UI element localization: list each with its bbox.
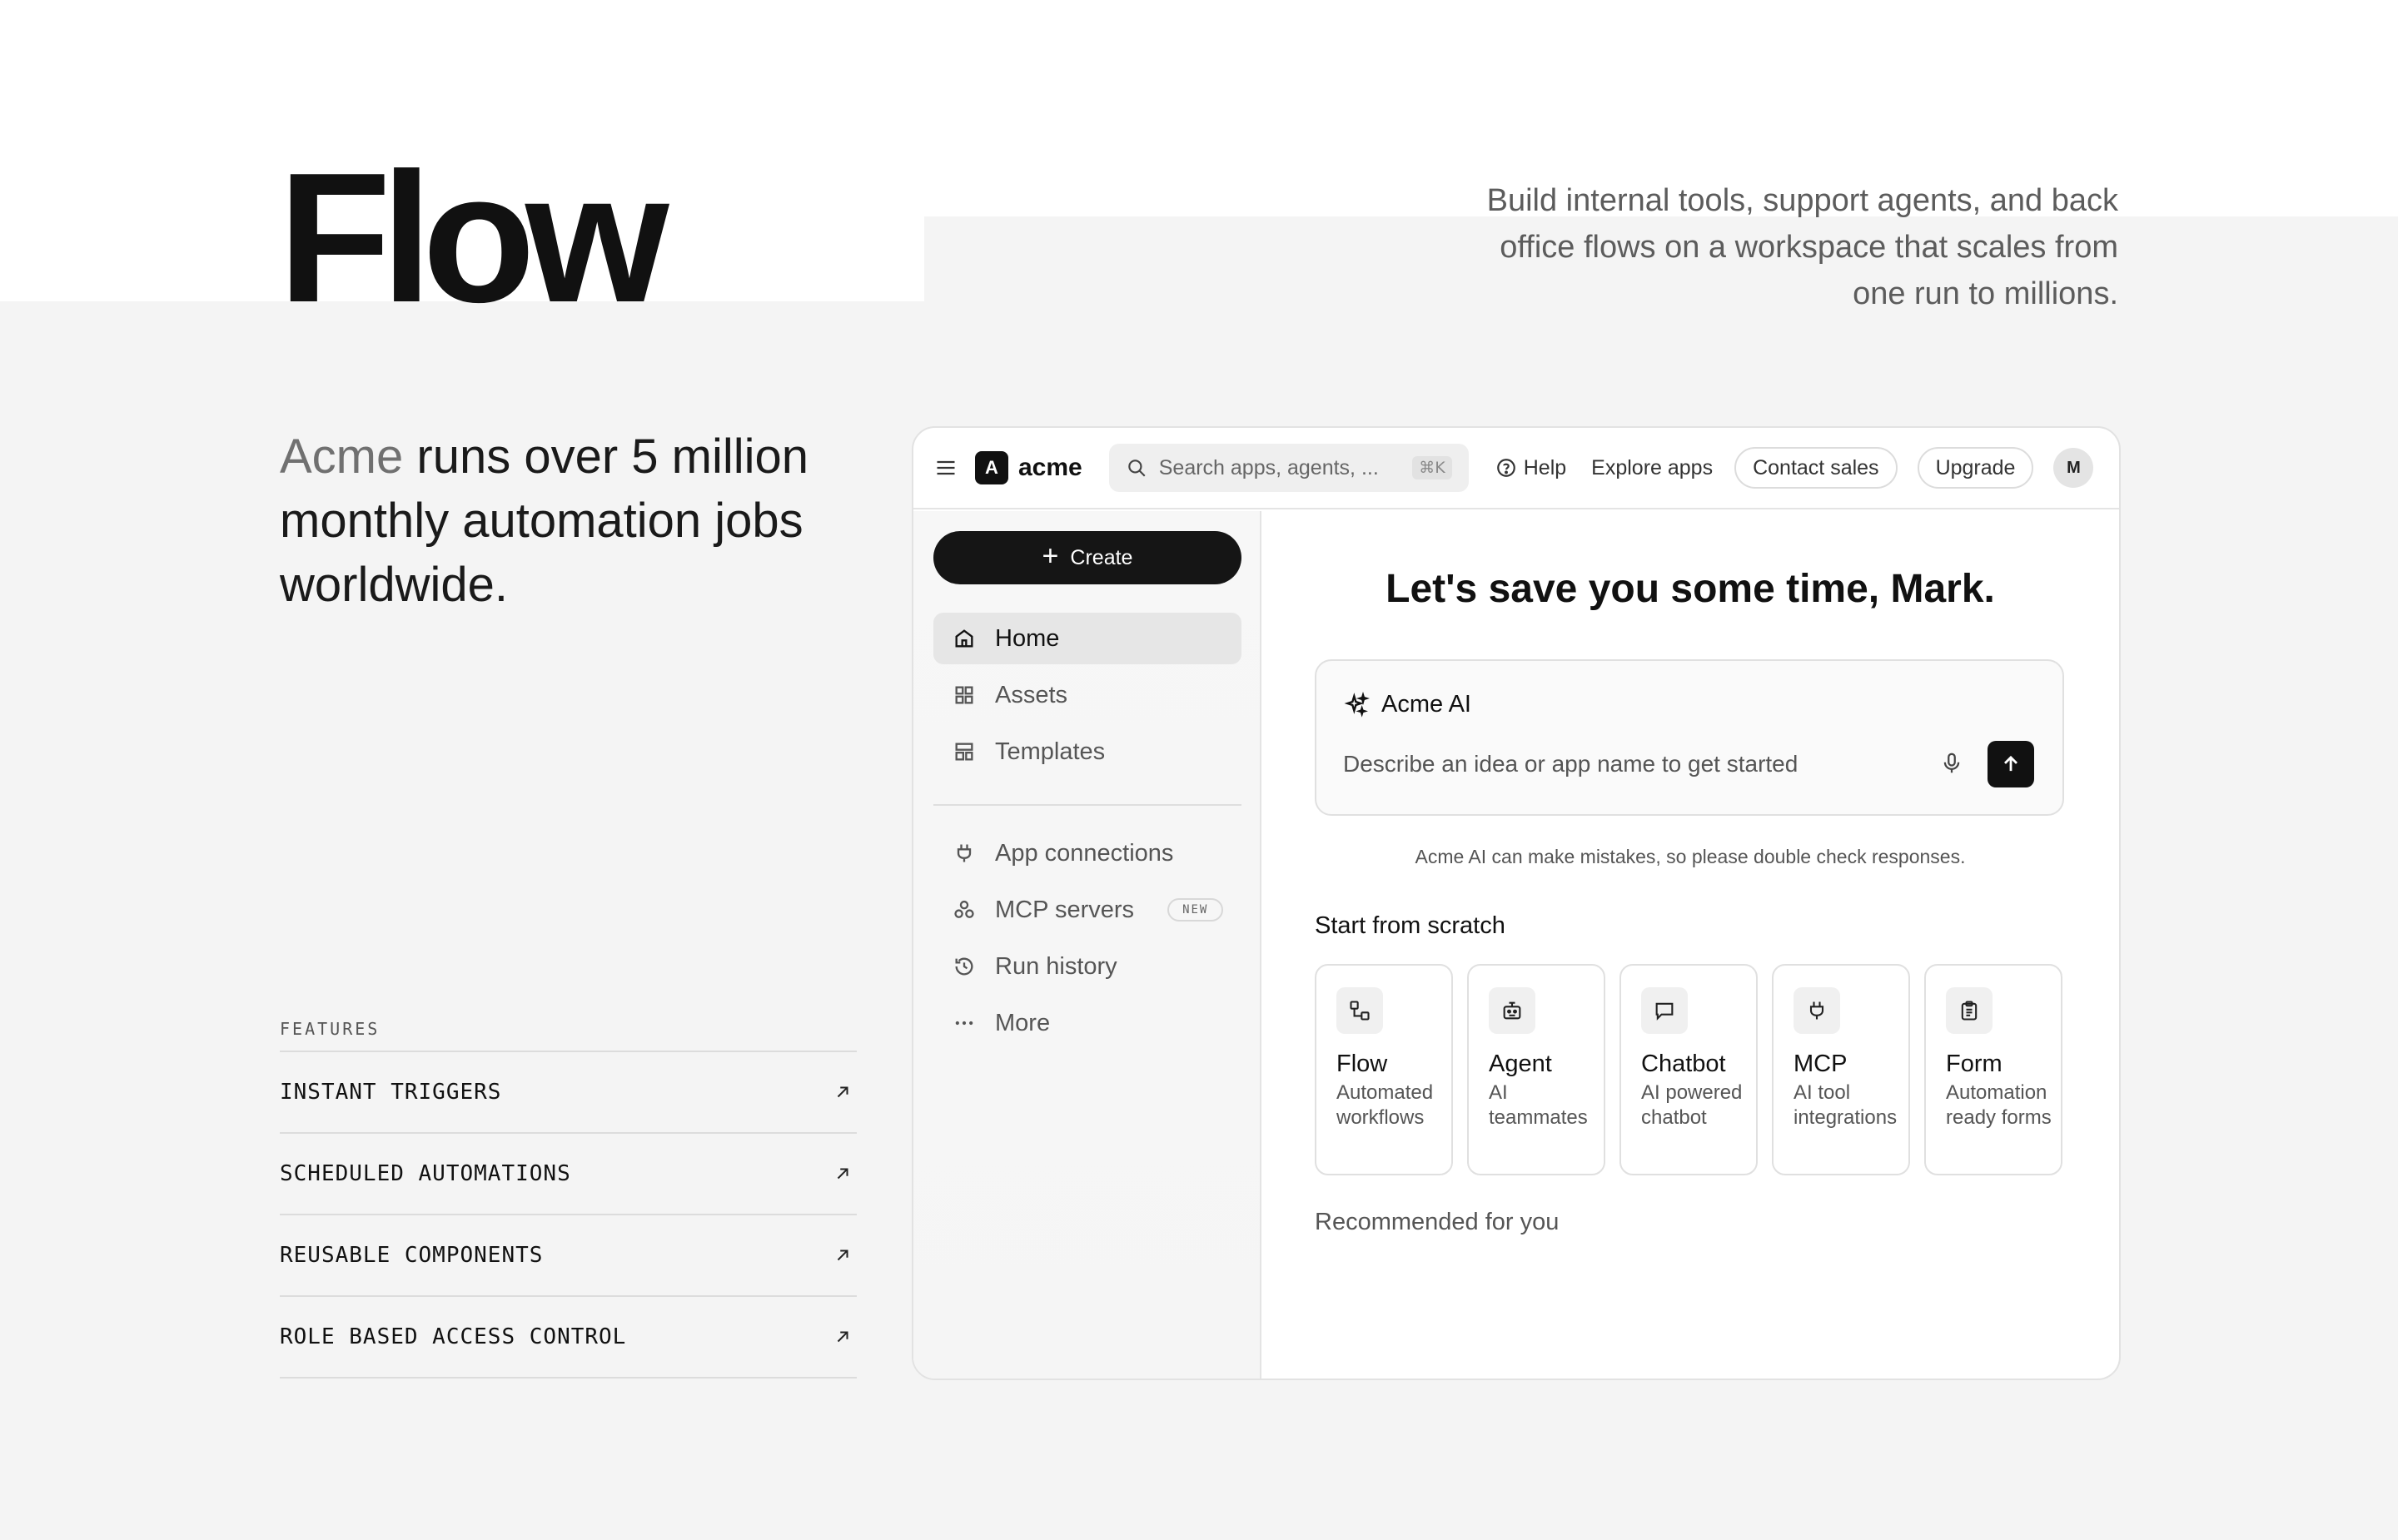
arrow-up-right-icon xyxy=(837,1331,848,1343)
sidebar-item-label: Home xyxy=(995,624,1060,652)
sidebar-item-label: App connections xyxy=(995,839,1174,867)
more-icon xyxy=(952,1011,977,1036)
sidebar-divider xyxy=(933,804,1241,806)
avatar[interactable]: M xyxy=(2053,448,2094,488)
ai-prompt-card: Acme AI Describe an idea or app name to … xyxy=(1315,659,2064,816)
recommended-title: Recommended for you xyxy=(1315,1209,1560,1235)
plug-icon xyxy=(1794,987,1840,1034)
search-icon xyxy=(1127,460,1146,477)
help-label: Help xyxy=(1523,455,1567,479)
app-topbar: A acme Search apps, agents, ... ⌘K Help … xyxy=(913,428,2119,509)
help-link[interactable]: Help xyxy=(1495,456,1566,480)
card-mcp[interactable]: MCP AI tool integrations xyxy=(1772,964,1910,1175)
search-placeholder: Search apps, agents, ... xyxy=(1158,455,1379,479)
clipboard-icon xyxy=(1946,987,1993,1034)
arrow-up-right-icon xyxy=(837,1249,848,1261)
ai-disclaimer: Acme AI can make mistakes, so please dou… xyxy=(1415,846,1966,867)
hero-description: Build internal tools, support agents, an… xyxy=(1486,183,2118,311)
new-badge: NEW xyxy=(1167,898,1224,922)
hero-title: Flow xyxy=(278,135,669,341)
scratch-cards: Flow Automated workflows Agent AI teamma… xyxy=(1315,964,2062,1175)
feature-item-instant-triggers[interactable]: INSTANT TRIGGERS xyxy=(280,1051,857,1132)
feature-label: SCHEDULED AUTOMATIONS xyxy=(280,1161,571,1186)
headline: Acme runs over 5 million monthly automat… xyxy=(280,425,879,617)
app-window: A acme Search apps, agents, ... ⌘K Help … xyxy=(912,426,2121,1380)
home-icon xyxy=(952,626,977,651)
feature-label: REUSABLE COMPONENTS xyxy=(280,1243,544,1268)
explore-apps-link[interactable]: Explore apps xyxy=(1591,456,1713,480)
ai-header: Acme AI xyxy=(1343,691,1471,718)
card-description: Automation ready forms xyxy=(1946,1081,2052,1129)
ai-prompt-input[interactable]: Describe an idea or app name to get star… xyxy=(1343,751,1798,777)
create-button[interactable]: + Create xyxy=(933,531,1241,584)
microphone-icon[interactable] xyxy=(1939,751,1964,776)
ai-title: Acme AI xyxy=(1381,691,1471,718)
flow-icon xyxy=(1336,987,1383,1034)
card-title: Chatbot xyxy=(1641,1051,1726,1077)
logo-mark: A xyxy=(975,451,1008,484)
sidebar-item-templates[interactable]: Templates xyxy=(933,726,1241,777)
contact-sales-button[interactable]: Contact sales xyxy=(1734,447,1898,489)
arrow-up-right-icon xyxy=(837,1086,848,1098)
chat-icon xyxy=(1641,987,1688,1034)
card-description: AI tool integrations xyxy=(1794,1081,1898,1129)
history-icon xyxy=(952,954,977,979)
feature-label: ROLE BASED ACCESS CONTROL xyxy=(280,1324,627,1349)
sidebar-item-home[interactable]: Home xyxy=(933,613,1241,664)
sidebar-item-mcp-servers[interactable]: MCP servers NEW xyxy=(933,884,1241,936)
search-shortcut: ⌘K xyxy=(1412,456,1452,479)
arrow-up-icon xyxy=(2004,755,2017,772)
create-label: Create xyxy=(1070,545,1133,569)
robot-icon xyxy=(1489,987,1535,1034)
card-title: Form xyxy=(1946,1051,2002,1077)
card-title: Flow xyxy=(1336,1051,1388,1077)
card-flow[interactable]: Flow Automated workflows xyxy=(1315,964,1453,1175)
sidebar: + Create Home Assets Templates App conne… xyxy=(913,511,1261,1379)
feature-label: INSTANT TRIGGERS xyxy=(280,1080,502,1105)
feature-item-role-based-access-control[interactable]: ROLE BASED ACCESS CONTROL xyxy=(280,1295,857,1379)
start-from-scratch-title: Start from scratch xyxy=(1315,912,1505,939)
card-description: AI powered chatbot xyxy=(1641,1081,1743,1129)
send-button[interactable] xyxy=(1988,741,2034,787)
card-form[interactable]: Form Automation ready forms xyxy=(1924,964,2062,1175)
greeting-title: Let's save you some time, Mark. xyxy=(1386,567,1995,611)
headline-brand: Acme xyxy=(280,430,404,484)
menu-icon[interactable] xyxy=(933,455,958,480)
features-label: FEATURES xyxy=(280,1019,381,1039)
network-icon xyxy=(952,897,977,922)
sidebar-item-app-connections[interactable]: App connections xyxy=(933,827,1241,879)
sidebar-item-label: MCP servers xyxy=(995,896,1135,923)
features-list: INSTANT TRIGGERS SCHEDULED AUTOMATIONS R… xyxy=(280,1051,857,1379)
search-input[interactable]: Search apps, agents, ... ⌘K xyxy=(1108,444,1469,492)
plug-icon xyxy=(952,841,977,866)
sidebar-item-run-history[interactable]: Run history xyxy=(933,941,1241,992)
upgrade-button[interactable]: Upgrade xyxy=(1917,447,2034,489)
card-description: Automated workflows xyxy=(1336,1081,1434,1129)
help-icon xyxy=(1496,459,1515,477)
logo-text: acme xyxy=(1018,454,1082,481)
layout-icon xyxy=(952,739,977,764)
card-chatbot[interactable]: Chatbot AI powered chatbot xyxy=(1619,964,1758,1175)
card-title: MCP xyxy=(1794,1051,1848,1077)
sidebar-item-assets[interactable]: Assets xyxy=(933,669,1241,721)
card-title: Agent xyxy=(1489,1051,1552,1077)
card-description: AI teammates xyxy=(1489,1081,1588,1129)
feature-item-reusable-components[interactable]: REUSABLE COMPONENTS xyxy=(280,1214,857,1295)
sidebar-item-more[interactable]: More xyxy=(933,997,1241,1049)
sidebar-item-label: More xyxy=(995,1009,1051,1036)
sparkles-icon xyxy=(1344,691,1370,718)
feature-item-scheduled-automations[interactable]: SCHEDULED AUTOMATIONS xyxy=(280,1132,857,1214)
sidebar-item-label: Run history xyxy=(995,952,1117,980)
sidebar-item-label: Assets xyxy=(995,681,1068,708)
plus-icon: + xyxy=(1042,540,1059,572)
arrow-up-right-icon xyxy=(837,1168,848,1180)
card-agent[interactable]: Agent AI teammates xyxy=(1467,964,1605,1175)
main-content: Let's save you some time, Mark. Acme AI … xyxy=(1261,511,2119,1379)
grid-icon xyxy=(952,683,977,708)
sidebar-item-label: Templates xyxy=(995,738,1106,765)
